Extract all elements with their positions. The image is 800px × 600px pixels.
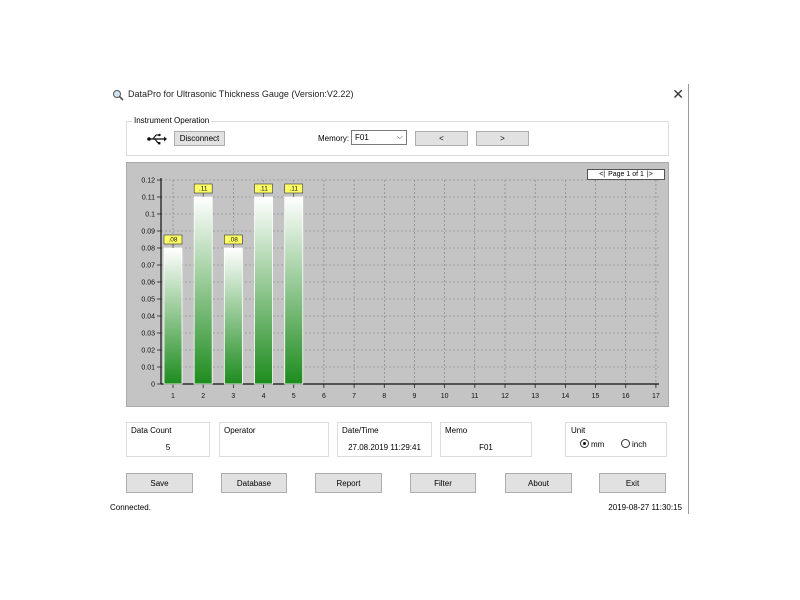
page-prev-icon[interactable]: <| bbox=[599, 171, 605, 178]
x-tick-label: 16 bbox=[622, 393, 630, 400]
unit-box: Unit mm inch bbox=[565, 422, 667, 457]
operator-box: Operator bbox=[219, 422, 329, 457]
y-tick-label: 0.07 bbox=[141, 263, 155, 270]
x-tick-label: 10 bbox=[441, 393, 449, 400]
y-tick-label: 0.03 bbox=[141, 331, 155, 338]
datetime-value: 27.08.2019 11:29:41 bbox=[348, 443, 421, 452]
y-tick-label: 0.02 bbox=[141, 348, 155, 355]
y-tick-label: 0.01 bbox=[141, 365, 155, 372]
x-tick-label: 8 bbox=[382, 393, 386, 400]
y-tick-label: 0.08 bbox=[141, 246, 155, 253]
page-navigator[interactable]: <| Page 1 of 1 |> bbox=[587, 169, 665, 180]
data-label: .08 bbox=[229, 237, 238, 244]
memory-select-value: F01 bbox=[355, 133, 369, 142]
previous-memory-button[interactable]: < bbox=[415, 131, 468, 146]
disconnect-button[interactable]: Disconnect bbox=[174, 131, 225, 146]
window-border bbox=[688, 84, 689, 514]
memo-label: Memo bbox=[445, 426, 468, 435]
data-label: .11 bbox=[289, 186, 298, 193]
window-title: DataPro for Ultrasonic Thickness Gauge (… bbox=[128, 89, 354, 99]
close-icon[interactable]: ✕ bbox=[672, 86, 684, 102]
data-label: .11 bbox=[199, 186, 208, 193]
unit-inch-radio[interactable] bbox=[621, 439, 630, 448]
unit-mm-label: mm bbox=[591, 440, 605, 449]
instrument-operation-label: Instrument Operation bbox=[132, 116, 212, 125]
exit-button[interactable]: Exit bbox=[599, 473, 666, 493]
about-button[interactable]: About bbox=[505, 473, 572, 493]
app-window: DataPro for Ultrasonic Thickness Gauge (… bbox=[110, 84, 690, 514]
usb-icon bbox=[147, 133, 167, 145]
y-tick-label: 0.04 bbox=[141, 314, 155, 321]
report-button[interactable]: Report bbox=[315, 473, 382, 493]
x-tick-label: 11 bbox=[471, 393, 478, 400]
bar bbox=[284, 196, 304, 385]
bar bbox=[193, 196, 213, 385]
data-label: .11 bbox=[259, 186, 268, 193]
bar bbox=[223, 247, 243, 385]
x-tick-label: 7 bbox=[352, 393, 356, 400]
filter-button[interactable]: Filter bbox=[410, 473, 476, 493]
x-tick-label: 9 bbox=[413, 393, 417, 400]
datetime-box: Date/Time 27.08.2019 11:29:41 bbox=[337, 422, 432, 457]
x-tick-label: 2 bbox=[201, 393, 205, 400]
memo-value: F01 bbox=[479, 443, 493, 452]
x-tick-label: 13 bbox=[531, 393, 539, 400]
y-tick-label: 0.05 bbox=[141, 297, 155, 304]
page-next-icon[interactable]: |> bbox=[647, 171, 653, 178]
bar bbox=[254, 196, 273, 385]
bar bbox=[163, 247, 183, 385]
datetime-label: Date/Time bbox=[342, 426, 379, 435]
x-tick-label: 5 bbox=[292, 393, 296, 400]
thickness-bar-chart: 0 0.01 0.02 0.03 0.04 0.05 0.06 0.07 0.08 0.09 0.1… bbox=[141, 178, 660, 401]
x-tick-label: 14 bbox=[561, 393, 569, 400]
chevron-down-icon: ⌵ bbox=[396, 132, 403, 141]
y-tick-label: 0 bbox=[151, 382, 155, 389]
y-tick-label: 0.1 bbox=[145, 212, 155, 219]
x-tick-label: 17 bbox=[652, 393, 660, 400]
unit-inch-label: inch bbox=[632, 440, 647, 449]
x-tick-label: 15 bbox=[592, 393, 600, 400]
status-clock: 2019-08-27 11:30:15 bbox=[608, 503, 682, 512]
memory-select[interactable]: F01 ⌵ bbox=[351, 130, 407, 145]
y-tick-label: 0.09 bbox=[141, 229, 155, 236]
operator-label: Operator bbox=[224, 426, 256, 435]
database-button[interactable]: Database bbox=[221, 473, 287, 493]
unit-label: Unit bbox=[571, 426, 586, 435]
y-tick-label: 0.12 bbox=[141, 178, 155, 185]
chart-panel: 0 0.01 0.02 0.03 0.04 0.05 0.06 0.07 0.08 0.09 0.1… bbox=[126, 162, 669, 407]
x-tick-label: 3 bbox=[231, 393, 235, 400]
save-button[interactable]: Save bbox=[126, 473, 193, 493]
magnifier-app-icon bbox=[113, 90, 124, 101]
x-tick-label: 12 bbox=[501, 393, 509, 400]
data-count-label: Data Count bbox=[131, 426, 172, 435]
unit-mm-radio[interactable] bbox=[580, 439, 589, 448]
data-count-value: 5 bbox=[165, 443, 171, 452]
y-tick-label: 0.06 bbox=[141, 280, 155, 287]
y-tick-label: 0.11 bbox=[142, 195, 155, 202]
next-memory-button[interactable]: > bbox=[476, 131, 529, 146]
data-count-box: Data Count 5 bbox=[126, 422, 210, 457]
x-tick-label: 4 bbox=[262, 393, 266, 400]
memory-label: Memory: bbox=[318, 134, 350, 143]
data-label: .08 bbox=[168, 237, 177, 244]
connection-status: Connected. bbox=[110, 503, 151, 512]
x-tick-label: 1 bbox=[171, 393, 175, 400]
memo-box: Memo F01 bbox=[440, 422, 532, 457]
page-indicator: Page 1 of 1 bbox=[608, 171, 644, 178]
x-tick-label: 6 bbox=[322, 393, 326, 400]
title-bar: DataPro for Ultrasonic Thickness Gauge (… bbox=[110, 84, 690, 106]
